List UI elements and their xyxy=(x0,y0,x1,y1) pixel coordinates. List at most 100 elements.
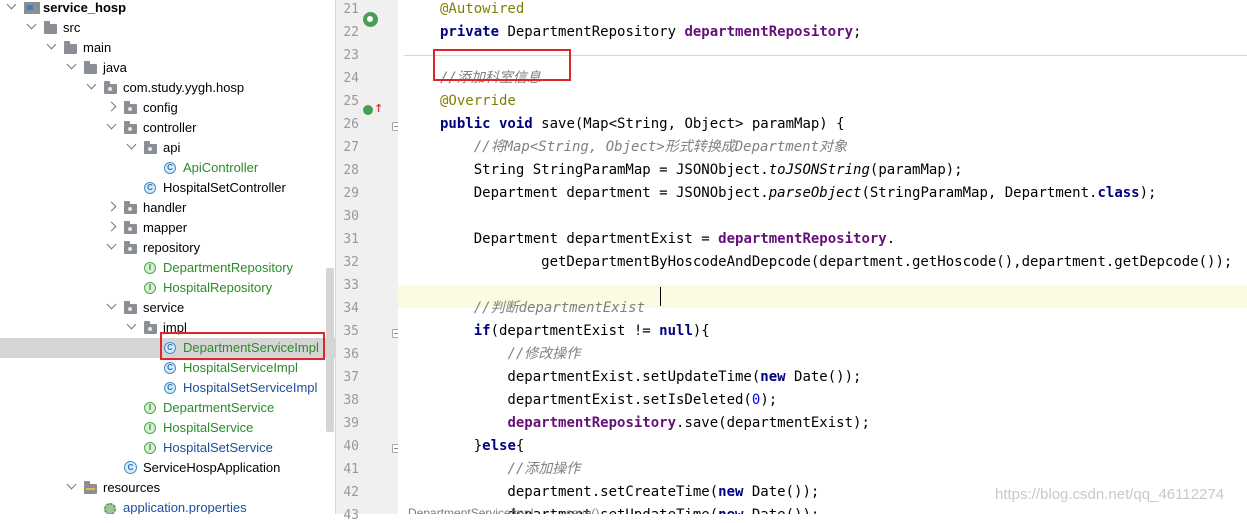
tree-item[interactable]: service_hosp xyxy=(0,0,335,18)
source-folder-icon xyxy=(84,61,97,74)
chevron-down-icon[interactable] xyxy=(106,299,117,310)
implements-method-icon[interactable] xyxy=(363,105,373,115)
chevron-down-icon[interactable] xyxy=(26,19,37,30)
tree-item-label: DepartmentRepository xyxy=(163,260,294,275)
tree-item[interactable]: mapper xyxy=(0,218,335,238)
breadcrumb[interactable]: DepartmentServiceImpl › save() xyxy=(398,503,1247,514)
chevron-down-icon[interactable] xyxy=(106,239,117,250)
override-arrow-icon[interactable]: ↑ xyxy=(374,103,383,115)
breadcrumb-method[interactable]: save() xyxy=(566,506,599,514)
code-line[interactable]: //修改操作 xyxy=(440,343,580,366)
code-token: departmentRepository xyxy=(718,231,887,247)
breadcrumb-class[interactable]: DepartmentServiceImpl xyxy=(408,506,533,514)
chevron-down-icon[interactable] xyxy=(106,119,117,130)
interface-icon: I xyxy=(144,402,156,414)
chevron-right-icon[interactable] xyxy=(106,101,117,112)
spring-boot-class-icon: C xyxy=(124,461,137,474)
tree-item-label: resources xyxy=(103,480,161,495)
code-line[interactable]: //判断departmentExist xyxy=(440,297,645,320)
tree-item-label: controller xyxy=(143,120,197,135)
chevron-down-icon[interactable] xyxy=(126,139,137,150)
tree-item[interactable]: I HospitalService xyxy=(0,418,335,438)
comment-highlight-box xyxy=(433,49,571,81)
code-token: if xyxy=(473,323,491,339)
code-token: Department department = JSONObject. xyxy=(440,185,769,201)
tree-item[interactable]: application.properties xyxy=(0,498,335,514)
tree-item[interactable]: handler xyxy=(0,198,335,218)
chevron-down-icon[interactable] xyxy=(66,479,77,490)
tree-item-label: HospitalSetService xyxy=(163,440,273,455)
code-token: departmentExist.setIsDeleted( xyxy=(440,392,752,408)
chevron-down-icon[interactable] xyxy=(6,0,17,10)
tree-item[interactable]: I DepartmentRepository xyxy=(0,258,335,278)
tree-item[interactable]: config xyxy=(0,98,335,118)
project-tree[interactable]: service_hosp src main java com.study.yygh.ho… xyxy=(0,0,335,514)
code-line[interactable]: @Override xyxy=(440,90,516,113)
tree-item[interactable]: C ServiceHospApplication xyxy=(0,458,335,478)
package-icon xyxy=(144,321,157,334)
code-line[interactable]: //添加操作 xyxy=(440,458,580,481)
code-token: Department departmentExist = xyxy=(440,231,719,247)
code-line[interactable]: if(departmentExist != null){ xyxy=(440,320,710,343)
tree-item[interactable]: src xyxy=(0,18,335,38)
chevron-down-icon[interactable] xyxy=(66,59,77,70)
tree-item[interactable]: C HospitalSetController xyxy=(0,178,335,198)
code-line[interactable]: @Autowired xyxy=(440,0,524,21)
text-caret xyxy=(660,287,661,306)
code-line[interactable]: }else{ xyxy=(440,435,525,458)
tree-item-label: ServiceHospApplication xyxy=(143,460,281,475)
interface-icon: I xyxy=(144,442,156,454)
code-editor[interactable]: @Autowired private DepartmentRepository d… xyxy=(398,0,1247,514)
code-token: Date()); xyxy=(794,369,862,385)
tree-item[interactable]: I DepartmentService xyxy=(0,398,335,418)
code-token: toJSONString xyxy=(768,162,870,178)
code-token: (paramMap); xyxy=(869,162,963,178)
tree-item[interactable]: I HospitalSetService xyxy=(0,438,335,458)
tree-item[interactable]: service xyxy=(0,298,335,318)
code-line[interactable]: getDepartmentByHoscodeAndDepcode(departm… xyxy=(440,251,1232,274)
code-line[interactable]: Department departmentExist = departmentR… xyxy=(440,228,895,251)
tree-item[interactable]: main xyxy=(0,38,335,58)
code-line[interactable]: //将Map<String, Object>形式转换成Department对象 xyxy=(440,136,847,159)
code-token: else xyxy=(482,438,516,454)
chevron-down-icon[interactable] xyxy=(46,39,57,50)
chevron-down-icon[interactable] xyxy=(126,319,137,330)
tree-item[interactable]: C ApiController xyxy=(0,158,335,178)
tree-item[interactable]: java xyxy=(0,58,335,78)
chevron-right-icon[interactable] xyxy=(106,201,117,212)
code-line[interactable]: departmentRepository.save(departmentExis… xyxy=(440,412,869,435)
properties-file-icon xyxy=(104,503,116,514)
code-line[interactable]: department.setCreateTime(new Date()); xyxy=(440,481,819,504)
line-number: 30 xyxy=(343,209,359,224)
code-line[interactable]: String StringParamMap = JSONObject.toJSO… xyxy=(440,159,963,182)
line-number: 21 xyxy=(343,2,359,17)
code-line[interactable]: departmentExist.setUpdateTime(new Date()… xyxy=(440,366,861,389)
chevron-down-icon[interactable] xyxy=(86,79,97,90)
tree-item[interactable]: I HospitalRepository xyxy=(0,278,335,298)
tree-item[interactable]: repository xyxy=(0,238,335,258)
code-token: departmentExist.setUpdateTime( xyxy=(440,369,761,385)
spring-bean-icon[interactable] xyxy=(363,12,378,27)
code-token: //将Map<String, Object>形式转换成Department对象 xyxy=(473,139,848,155)
code-token: new xyxy=(760,369,795,385)
tree-item[interactable]: resources xyxy=(0,478,335,498)
folder-icon xyxy=(64,41,77,54)
code-line[interactable]: private DepartmentRepository departmentR… xyxy=(440,21,861,44)
tree-item[interactable]: controller xyxy=(0,118,335,138)
tree-item[interactable]: C HospitalSetServiceImpl xyxy=(0,378,335,398)
line-number: 28 xyxy=(343,163,359,178)
tree-item-label: repository xyxy=(143,240,201,255)
tree-item[interactable]: api xyxy=(0,138,335,158)
line-number: 40 xyxy=(343,439,359,454)
tree-item[interactable]: com.study.yygh.hosp xyxy=(0,78,335,98)
code-line[interactable]: Department department = JSONObject.parse… xyxy=(440,182,1157,205)
chevron-right-icon[interactable] xyxy=(106,221,117,232)
tree-item[interactable]: C HospitalServiceImpl xyxy=(0,358,335,378)
tree-scrollbar[interactable] xyxy=(326,268,334,432)
code-token: (StringParamMap, Department. xyxy=(861,185,1098,201)
code-token: . xyxy=(886,231,896,247)
tree-item-label: HospitalSetServiceImpl xyxy=(183,380,318,395)
code-line[interactable]: departmentExist.setIsDeleted(0); xyxy=(440,389,777,412)
code-line[interactable]: public void save(Map<String, Object> par… xyxy=(440,113,845,136)
